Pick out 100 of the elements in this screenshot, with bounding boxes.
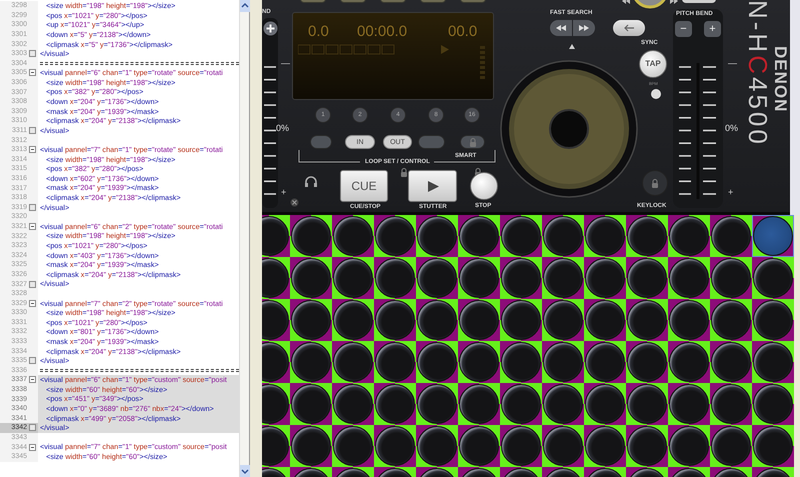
sprite-cell[interactable]: [626, 383, 668, 425]
sprite-cell[interactable]: [752, 215, 794, 257]
sprite-cell[interactable]: [416, 257, 458, 299]
sprite-cell[interactable]: [290, 383, 332, 425]
sprite-cell[interactable]: [752, 341, 794, 383]
sprite-cell[interactable]: [332, 383, 374, 425]
fold-collapse-icon[interactable]: [29, 69, 36, 76]
fast-forward-button[interactable]: [573, 20, 595, 36]
sprite-cell[interactable]: [752, 425, 794, 467]
sprite-cell[interactable]: [542, 299, 584, 341]
sprite-cell[interactable]: [290, 215, 332, 257]
sprite-cell[interactable]: [710, 215, 752, 257]
sprite-cell[interactable]: [290, 425, 332, 467]
sprite-cell[interactable]: [626, 341, 668, 383]
sprite-cell[interactable]: [542, 215, 584, 257]
sprite-cell[interactable]: [710, 425, 752, 467]
sprite-cell[interactable]: [626, 425, 668, 467]
sprite-cell[interactable]: [290, 257, 332, 299]
sprite-cell[interactable]: [458, 425, 500, 467]
knob-sprite: [585, 426, 625, 466]
scrollbar[interactable]: [239, 0, 249, 477]
model-name: N-HC4500: [746, 0, 770, 149]
sprite-cell[interactable]: [332, 425, 374, 467]
pitch-bend-minus-button[interactable]: −: [675, 21, 692, 37]
sprite-cell[interactable]: [584, 383, 626, 425]
fold-collapse-icon[interactable]: [29, 376, 36, 384]
bpm-button[interactable]: [651, 89, 661, 99]
sprite-cell[interactable]: [710, 341, 752, 383]
sprite-cell[interactable]: [416, 425, 458, 467]
sprite-cell[interactable]: [332, 257, 374, 299]
sprite-cell[interactable]: [374, 425, 416, 467]
pitch-bend-plus-button[interactable]: +: [704, 21, 721, 37]
sprite-cell[interactable]: [458, 299, 500, 341]
sprite-cell[interactable]: [416, 299, 458, 341]
back-button[interactable]: [613, 20, 645, 36]
scroll-down-icon[interactable]: [240, 465, 250, 477]
scroll-up-icon[interactable]: [240, 0, 250, 12]
sprite-cell[interactable]: [458, 383, 500, 425]
knob-sprite: [333, 342, 373, 382]
sprite-cell[interactable]: [332, 341, 374, 383]
sprite-cell[interactable]: [752, 299, 794, 341]
sprite-cell[interactable]: [458, 215, 500, 257]
sprite-cell[interactable]: [374, 341, 416, 383]
sprite-cell[interactable]: [668, 383, 710, 425]
fold-collapse-icon[interactable]: [29, 300, 36, 307]
fold-collapse-icon[interactable]: [29, 444, 36, 451]
tap-button[interactable]: TAP: [639, 50, 667, 78]
sprite-cell[interactable]: [668, 215, 710, 257]
sprite-cell[interactable]: [332, 215, 374, 257]
sprite-cell[interactable]: [668, 257, 710, 299]
sprite-cell[interactable]: [710, 257, 752, 299]
sprite-cell[interactable]: [668, 299, 710, 341]
sprite-cell[interactable]: [626, 215, 668, 257]
sprite-cell[interactable]: [500, 299, 542, 341]
sprite-cell[interactable]: [500, 383, 542, 425]
close-icon[interactable]: [290, 198, 299, 207]
sprite-cell[interactable]: [290, 299, 332, 341]
sprite-cell[interactable]: [416, 383, 458, 425]
sprite-cell[interactable]: [416, 341, 458, 383]
sprite-cell[interactable]: [458, 341, 500, 383]
sprite-cell[interactable]: [500, 257, 542, 299]
sprite-cell[interactable]: [626, 257, 668, 299]
sprite-cell[interactable]: [584, 215, 626, 257]
fold-collapse-icon[interactable]: [29, 146, 36, 154]
sprite-cell[interactable]: [752, 257, 794, 299]
sprite-cell[interactable]: [710, 299, 752, 341]
sprite-cell[interactable]: [542, 257, 584, 299]
fold-collapse-icon[interactable]: [29, 222, 36, 230]
sprite-cell[interactable]: [584, 425, 626, 467]
sprite-cell[interactable]: [374, 383, 416, 425]
sprite-cell[interactable]: [290, 341, 332, 383]
sprite-cell[interactable]: [374, 257, 416, 299]
knob-sprite: [375, 342, 415, 382]
sprite-cell[interactable]: [542, 425, 584, 467]
sprite-cell[interactable]: [626, 299, 668, 341]
sprite-cell[interactable]: [668, 425, 710, 467]
sprite-cell[interactable]: [374, 215, 416, 257]
sprite-cell[interactable]: [584, 257, 626, 299]
smart-button[interactable]: [460, 135, 485, 149]
sprite-cell[interactable]: [668, 341, 710, 383]
cue-button[interactable]: CUE: [340, 170, 388, 202]
sprite-cell[interactable]: [458, 257, 500, 299]
keylock-button[interactable]: [642, 170, 668, 196]
rewind-button[interactable]: [550, 20, 572, 36]
sprite-cell[interactable]: [584, 299, 626, 341]
plus-icon[interactable]: [263, 21, 278, 36]
sprite-cell[interactable]: [332, 299, 374, 341]
sprite-cell[interactable]: [500, 341, 542, 383]
sprite-cell[interactable]: [584, 341, 626, 383]
sprite-cell[interactable]: [542, 341, 584, 383]
knob-sprite: [627, 342, 667, 382]
stop-button[interactable]: [470, 172, 498, 200]
sprite-cell[interactable]: [752, 383, 794, 425]
sprite-cell[interactable]: [542, 383, 584, 425]
play-button[interactable]: [408, 170, 457, 202]
sprite-cell[interactable]: [710, 383, 752, 425]
sprite-cell[interactable]: [500, 215, 542, 257]
sprite-cell[interactable]: [374, 299, 416, 341]
sprite-cell[interactable]: [500, 425, 542, 467]
sprite-cell[interactable]: [416, 215, 458, 257]
